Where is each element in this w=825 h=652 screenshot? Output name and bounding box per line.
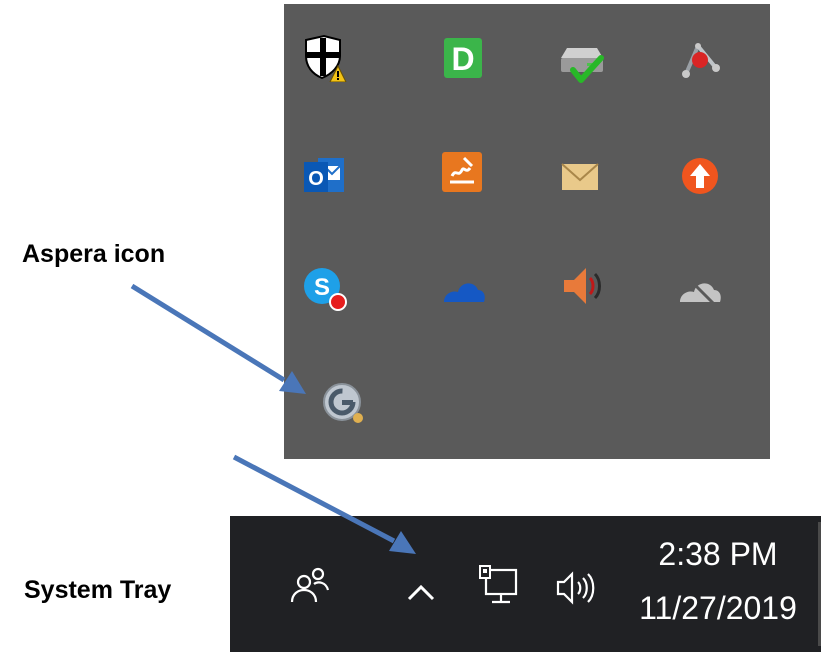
dashlane-letter: D — [451, 41, 474, 77]
dashlane-icon[interactable]: D — [440, 34, 488, 82]
clock-date: 11/27/2019 — [639, 590, 797, 626]
taskbar-system-tray: 2:38 PM 11/27/2019 — [230, 516, 821, 652]
network-tool-icon[interactable] — [676, 34, 724, 82]
chevron-up-icon[interactable] — [406, 582, 436, 607]
aspera-icon[interactable] — [318, 378, 366, 426]
network-icon[interactable] — [478, 564, 522, 613]
skype-icon[interactable]: S — [300, 264, 348, 312]
mail-envelope-icon[interactable] — [556, 152, 604, 200]
volume-speaker-icon[interactable] — [558, 262, 606, 310]
system-tray-callout-label: System Tray — [24, 576, 172, 604]
outlook-icon[interactable]: O — [300, 152, 348, 200]
update-arrow-icon[interactable] — [676, 152, 724, 200]
skype-letter: S — [314, 274, 330, 301]
taskbar-clock[interactable]: 2:38 PM 11/27/2019 — [618, 532, 818, 630]
backup-drive-check-icon[interactable] — [557, 40, 605, 88]
people-icon[interactable] — [290, 566, 334, 611]
volume-icon[interactable] — [554, 568, 602, 613]
aspera-callout-arrow — [130, 283, 286, 383]
taskbar-divider — [818, 522, 821, 646]
onedrive-icon[interactable] — [440, 266, 488, 314]
outlook-letter: O — [308, 168, 324, 190]
aspera-icon-callout-label: Aspera icon — [22, 240, 166, 268]
onedrive-offline-icon[interactable] — [676, 266, 724, 314]
windows-security-warning-icon[interactable] — [300, 34, 348, 82]
notification-overflow-panel: D O S — [284, 4, 770, 459]
signing-pad-icon[interactable] — [438, 148, 486, 196]
clock-time: 2:38 PM — [658, 536, 778, 572]
